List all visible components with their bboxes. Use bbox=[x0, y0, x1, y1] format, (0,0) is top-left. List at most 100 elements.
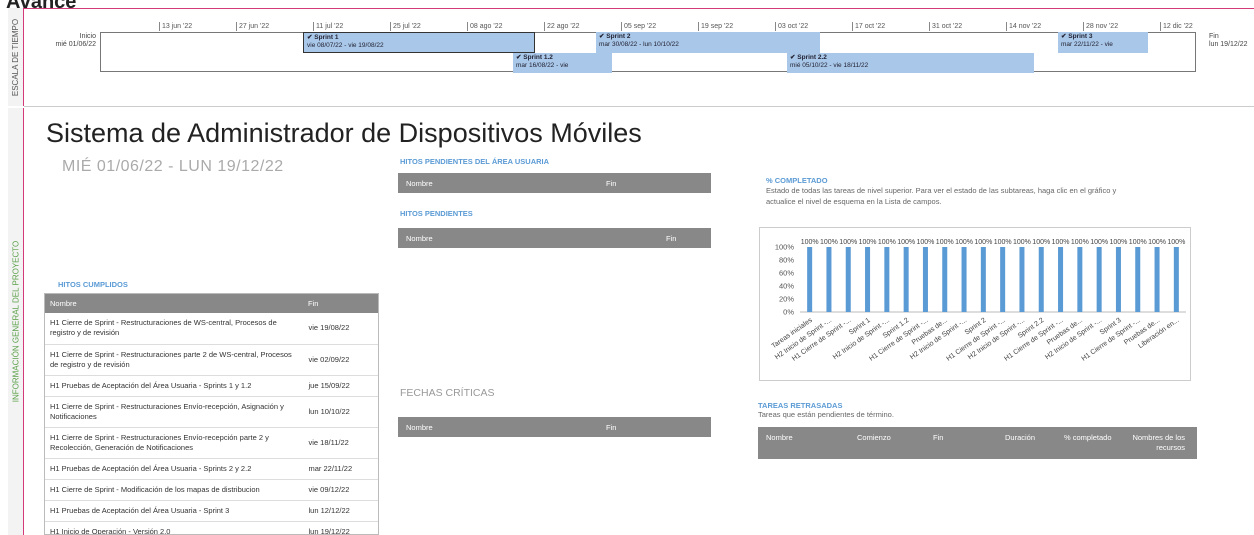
tareas-retrasadas-description: Tareas que están pendientes de término. bbox=[758, 410, 894, 419]
tareas-retrasadas-title: TAREAS RETRASADAS bbox=[758, 401, 843, 410]
bar-name: Sprint 2.2 bbox=[797, 54, 827, 61]
project-name: Sistema de Administrador de Dispositivos… bbox=[46, 118, 642, 148]
data-label: 100% bbox=[1013, 239, 1031, 246]
column-header-fin: Fin bbox=[933, 433, 944, 442]
bar-dates: mar 16/08/22 - vie bbox=[516, 62, 569, 69]
bar-dates: mar 30/08/22 - lun 10/10/22 bbox=[599, 41, 679, 48]
data-label: 100% bbox=[1148, 239, 1166, 246]
chart-bar bbox=[845, 247, 851, 312]
timeline-tick: 12 dic '22 bbox=[1160, 22, 1193, 31]
timeline-tick: 13 jun '22 bbox=[159, 22, 192, 31]
chart-bar bbox=[942, 247, 948, 312]
chart-bar bbox=[1077, 247, 1083, 312]
top-border bbox=[8, 8, 1254, 9]
chart-bar bbox=[884, 247, 890, 312]
y-tick-label: 100% bbox=[775, 243, 795, 252]
column-header-fin: Fin bbox=[666, 233, 677, 243]
timescale-strip: ESCALA DE TIEMPO bbox=[8, 8, 24, 106]
pct-completado-chart[interactable]: 100% 80% 60% 40% 20% 0% 100% Tareas iniciales 10… bbox=[759, 227, 1191, 381]
project-dates: MIÉ 01/06/22 - LUN 19/12/22 bbox=[62, 158, 284, 175]
bar-dates: mié 05/10/22 - vie 18/11/22 bbox=[790, 62, 869, 69]
chart-bar bbox=[1115, 247, 1121, 312]
data-label: 100% bbox=[936, 239, 954, 246]
timeline-tick: 03 oct '22 bbox=[775, 22, 808, 31]
column-header-pct-completado: % completado bbox=[1064, 433, 1112, 442]
chart-bar bbox=[1058, 247, 1064, 312]
data-label: 100% bbox=[839, 239, 857, 246]
chart-bar bbox=[961, 247, 967, 312]
timeline-end-date: lun 19/12/22 bbox=[1209, 41, 1248, 48]
y-tick-label: 40% bbox=[779, 282, 794, 291]
bar-name: Sprint 2 bbox=[606, 33, 631, 40]
bar-name: Sprint 1 bbox=[314, 34, 339, 41]
pct-completado-description: Estado de todas las tareas de nivel supe… bbox=[766, 186, 1117, 206]
data-label: 100% bbox=[897, 239, 915, 246]
timeline-bar-sprint-2[interactable]: ✔ Sprint 2 mar 30/08/22 - lun 10/10/22 bbox=[596, 32, 820, 53]
timeline-tick: 22 ago '22 bbox=[544, 22, 579, 31]
data-label: 100% bbox=[1090, 239, 1108, 246]
timeline-tick: 28 nov '22 bbox=[1083, 22, 1118, 31]
timeline-bar-sprint-1[interactable]: ✔ Sprint 1 vie 08/07/22 - vie 19/08/22 bbox=[303, 32, 535, 53]
chart-bar bbox=[1038, 247, 1044, 312]
data-label: 100% bbox=[859, 239, 877, 246]
data-label: 100% bbox=[820, 239, 838, 246]
chart-bar bbox=[903, 247, 909, 312]
timeline-start-date: mié 01/06/22 bbox=[55, 41, 96, 48]
overview-label: INFORMACIÓN GENERAL DEL PROYECTO bbox=[11, 240, 21, 403]
hitos-cumplidos-border bbox=[44, 293, 379, 535]
data-label: 100% bbox=[878, 239, 896, 246]
column-header-fin: Fin bbox=[606, 422, 617, 432]
timeline-tick: 17 oct '22 bbox=[852, 22, 885, 31]
fechas-criticas-header: Nombre Fin bbox=[398, 417, 711, 437]
data-label: 100% bbox=[955, 239, 973, 246]
data-label: 100% bbox=[1167, 239, 1185, 246]
data-label: 100% bbox=[974, 239, 992, 246]
hitos-cumplidos-title: HITOS CUMPLIDOS bbox=[58, 280, 128, 289]
timeline-bar-sprint-3[interactable]: ✔ Sprint 3 mar 22/11/22 - vie bbox=[1058, 32, 1148, 53]
timeline-bar-sprint-2-2[interactable]: ✔ Sprint 2.2 mié 05/10/22 - vie 18/11/22 bbox=[787, 53, 1034, 73]
column-header-recursos: Nombres de los recursos bbox=[1132, 433, 1185, 452]
timeline-tick: 25 jul '22 bbox=[390, 22, 421, 31]
timeline-bar-sprint-1-2[interactable]: ✔ Sprint 1.2 mar 16/08/22 - vie bbox=[513, 53, 612, 73]
chart-bar bbox=[865, 247, 871, 312]
data-label: 100% bbox=[1032, 239, 1050, 246]
hitos-pendientes-area-title: HITOS PENDIENTES DEL ÁREA USUARIA bbox=[400, 157, 550, 166]
chart-bar bbox=[922, 247, 928, 312]
column-header-nombre: Nombre bbox=[406, 178, 433, 188]
hitos-pendientes-title: HITOS PENDIENTES bbox=[400, 209, 473, 218]
timeline-tick: 19 sep '22 bbox=[698, 22, 733, 31]
timeline-tick: 27 jun '22 bbox=[236, 22, 269, 31]
chart-bar bbox=[1154, 247, 1160, 312]
timeline-tick: 08 ago '22 bbox=[467, 22, 502, 31]
hitos-pendientes-header: Nombre Fin bbox=[398, 228, 711, 248]
data-label: 100% bbox=[1052, 239, 1070, 246]
bar-name: Sprint 3 bbox=[1068, 33, 1093, 40]
data-label: 100% bbox=[1071, 239, 1089, 246]
chart-svg: 100%80%60%40%20%0%100%Tareas iniciales10… bbox=[771, 239, 1186, 363]
fechas-criticas-title: FECHAS CRÍTICAS bbox=[400, 387, 495, 399]
data-label: 100% bbox=[1129, 239, 1147, 246]
chart-bar bbox=[980, 247, 986, 312]
y-tick-label: 0% bbox=[783, 308, 794, 317]
bar-dates: mar 22/11/22 - vie bbox=[1061, 41, 1113, 48]
chart-bar bbox=[1019, 247, 1025, 312]
bar-name: Sprint 1.2 bbox=[523, 54, 553, 61]
chart-bar bbox=[826, 247, 832, 312]
timeline-tick: 11 jul '22 bbox=[313, 22, 343, 31]
chart-bar bbox=[1000, 247, 1006, 312]
column-header-duracion: Duración bbox=[1005, 433, 1036, 442]
chart-bar bbox=[1096, 247, 1102, 312]
column-header-nombre: Nombre bbox=[406, 422, 433, 432]
chart-bar bbox=[807, 247, 813, 312]
bar-dates: vie 08/07/22 - vie 19/08/22 bbox=[307, 42, 384, 49]
pct-completado-title: % COMPLETADO bbox=[766, 176, 828, 185]
data-label: 100% bbox=[1109, 239, 1127, 246]
data-label: 100% bbox=[994, 239, 1012, 246]
data-label: 100% bbox=[916, 239, 934, 246]
column-header-comienzo: Comienzo bbox=[857, 433, 891, 442]
y-tick-label: 20% bbox=[779, 295, 794, 304]
overview-strip: INFORMACIÓN GENERAL DEL PROYECTO bbox=[8, 108, 24, 535]
chart-bar bbox=[1135, 247, 1141, 312]
section-divider bbox=[24, 106, 1254, 107]
timeline-tick: 14 nov '22 bbox=[1006, 22, 1041, 31]
